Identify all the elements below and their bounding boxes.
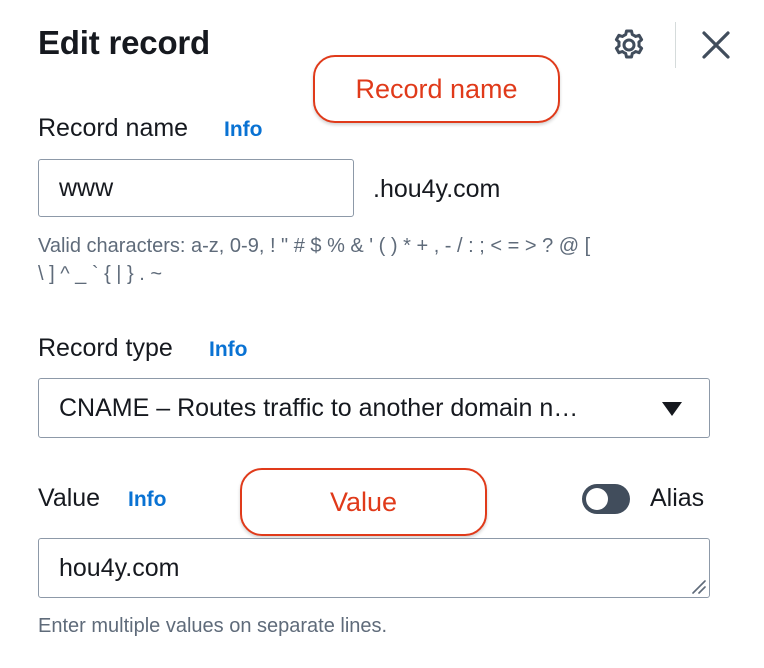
- caret-down-icon[interactable]: [662, 402, 682, 416]
- record-name-callout: Record name: [313, 55, 560, 123]
- value-text: hou4y.com: [59, 553, 180, 582]
- resize-handle-icon[interactable]: [690, 578, 706, 594]
- record-name-value: www: [59, 173, 114, 202]
- header-divider: [675, 22, 676, 68]
- record-name-hint-line1: Valid characters: a-z, 0-9, ! " # $ % & …: [38, 235, 591, 257]
- value-info-link[interactable]: Info: [128, 488, 166, 512]
- gear-icon[interactable]: [610, 26, 648, 64]
- record-name-label: Record name: [38, 114, 189, 142]
- page-title: Edit record: [38, 24, 211, 61]
- close-icon[interactable]: [697, 26, 735, 64]
- alias-label: Alias: [650, 484, 705, 512]
- value-hint: Enter multiple values on separate lines.: [38, 615, 388, 637]
- record-name-input[interactable]: www: [38, 159, 354, 217]
- domain-suffix: .hou4y.com: [373, 175, 501, 203]
- record-type-info-link[interactable]: Info: [209, 338, 247, 362]
- value-label: Value: [38, 484, 101, 512]
- value-textarea[interactable]: hou4y.com: [38, 538, 710, 598]
- record-type-selected: CNAME – Routes traffic to another domain…: [59, 393, 579, 422]
- record-name-hint-line2: \ ] ^ _ ` { | } . ~: [38, 263, 163, 285]
- record-type-label: Record type: [38, 334, 173, 362]
- alias-toggle-knob: [586, 488, 608, 510]
- record-name-info-link[interactable]: Info: [224, 118, 262, 142]
- record-type-select[interactable]: CNAME – Routes traffic to another domain…: [38, 378, 710, 438]
- value-callout: Value: [240, 468, 487, 536]
